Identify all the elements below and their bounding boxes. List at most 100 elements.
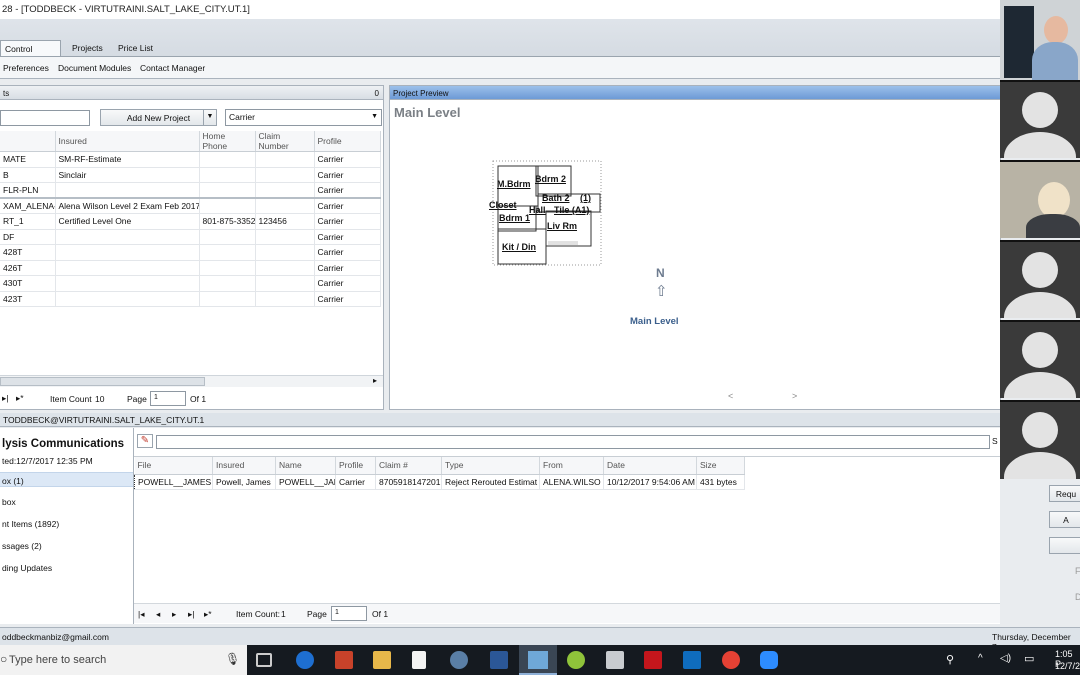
room-closet[interactable]: Closet bbox=[489, 200, 517, 210]
room-bedroom-1[interactable]: Bdrm 1 bbox=[499, 213, 530, 223]
msg-page-input[interactable]: 1 bbox=[331, 606, 367, 621]
subtab-contact-manager[interactable]: Contact Manager bbox=[140, 63, 205, 73]
preview-next-button[interactable]: > bbox=[792, 391, 797, 401]
folder-item[interactable]: nt Items (1892) bbox=[0, 516, 133, 531]
pin-icon[interactable]: 0 bbox=[375, 89, 379, 98]
outlook-icon[interactable] bbox=[683, 651, 701, 669]
volume-icon[interactable]: ◁) bbox=[1000, 653, 1011, 664]
people-icon[interactable]: ⚲ bbox=[946, 653, 954, 666]
table-row[interactable]: RT_1 Certified Level One 801-875-3352 12345… bbox=[0, 213, 381, 230]
room-hall[interactable]: Hall bbox=[529, 205, 546, 215]
video-tile-participant bbox=[1000, 400, 1080, 479]
request-button[interactable]: Requ bbox=[1049, 485, 1080, 502]
action-button[interactable]: A bbox=[1049, 511, 1080, 528]
new-page-icon[interactable]: ▸* bbox=[204, 609, 212, 620]
projects-column-header[interactable]: Home Phone bbox=[199, 131, 256, 152]
table-row[interactable]: 426T Carrier bbox=[0, 260, 381, 276]
room-bedroom-2[interactable]: Bdrm 2 bbox=[535, 174, 566, 184]
room-tile[interactable]: Tile (A1) bbox=[554, 205, 589, 215]
profile-filter-select[interactable]: Carrier ▼ bbox=[225, 109, 382, 126]
last-page-icon[interactable]: ▸| bbox=[188, 609, 194, 620]
horizontal-scrollbar[interactable]: ▸ bbox=[0, 375, 383, 387]
table-row[interactable]: MATE SM-RF-Estimate Carrier bbox=[0, 151, 381, 168]
tab-control-center[interactable]: Control Center bbox=[0, 40, 61, 64]
table-cell: XAM_ALENA-1 bbox=[0, 198, 56, 214]
tab-price-list[interactable]: Price List bbox=[114, 40, 157, 56]
taskbar-date[interactable]: 12/7/20 bbox=[1055, 661, 1080, 671]
project-search-input[interactable] bbox=[0, 110, 90, 126]
blank-button[interactable] bbox=[1049, 537, 1080, 554]
network-icon[interactable]: ▭ bbox=[1024, 652, 1034, 665]
projects-column-header[interactable]: Insured bbox=[55, 131, 200, 152]
word-icon[interactable] bbox=[490, 651, 508, 669]
table-row[interactable]: FLR-PLN Carrier bbox=[0, 182, 381, 199]
zoom-icon[interactable] bbox=[760, 651, 778, 669]
task-view-icon[interactable] bbox=[256, 653, 272, 667]
powerpoint-icon[interactable] bbox=[335, 651, 353, 669]
eraser-icon[interactable]: ✎ bbox=[137, 434, 153, 448]
internet-explorer-icon[interactable] bbox=[296, 651, 314, 669]
table-cell: 426T bbox=[0, 260, 56, 276]
chevron-down-icon: ▼ bbox=[371, 113, 378, 120]
new-page-icon[interactable]: ▸* bbox=[16, 393, 24, 404]
profile-filter-value: Carrier bbox=[229, 112, 255, 122]
chrome-icon[interactable] bbox=[722, 651, 740, 669]
messages-column-header[interactable]: From bbox=[539, 457, 604, 475]
folder-item[interactable]: ssages (2) bbox=[0, 538, 133, 553]
scrollbar-thumb[interactable] bbox=[0, 377, 205, 386]
chevron-up-icon[interactable]: ^ bbox=[978, 653, 983, 664]
first-page-icon[interactable]: |◂ bbox=[138, 609, 144, 620]
add-new-project-button[interactable]: Add New Project ▼ bbox=[100, 109, 217, 126]
prev-page-icon[interactable]: ◂ bbox=[156, 609, 160, 620]
folder-item[interactable]: ox (1) bbox=[0, 472, 133, 487]
table-row[interactable]: 430T Carrier bbox=[0, 275, 381, 292]
forward-button[interactable]: F bbox=[1075, 566, 1080, 576]
taskbar-search-box[interactable]: ○ Type here to search 🎙 bbox=[0, 645, 247, 675]
active-app-button[interactable] bbox=[519, 645, 557, 675]
microphone-icon[interactable]: 🎙 bbox=[225, 652, 240, 666]
delete-button[interactable]: D bbox=[1075, 592, 1080, 602]
projects-column-header[interactable]: Claim Number bbox=[255, 131, 315, 152]
room-master-bedroom[interactable]: M.Bdrm bbox=[497, 179, 531, 189]
calculator-icon[interactable] bbox=[606, 651, 624, 669]
tab-projects[interactable]: Projects bbox=[68, 40, 107, 56]
room-living-room[interactable]: Liv Rm bbox=[547, 221, 577, 231]
communications-search-button[interactable]: S bbox=[992, 436, 998, 446]
last-page-icon[interactable]: ▸| bbox=[2, 393, 8, 404]
messages-column-header[interactable]: File bbox=[134, 457, 213, 475]
folder-item[interactable]: ding Updates bbox=[0, 560, 133, 575]
communications-search-input[interactable] bbox=[156, 435, 990, 449]
chevron-down-icon[interactable]: ▼ bbox=[203, 110, 216, 125]
messages-column-header[interactable]: Name bbox=[275, 457, 336, 475]
file-explorer-icon[interactable] bbox=[373, 651, 391, 669]
table-row[interactable]: 423T Carrier bbox=[0, 291, 381, 307]
messages-column-header[interactable]: Type bbox=[441, 457, 540, 475]
table-row[interactable]: POWELL__JAMES Powell, James POWELL__JAM Car… bbox=[134, 474, 745, 490]
page-input[interactable]: 1 bbox=[150, 391, 186, 406]
preview-prev-button[interactable]: < bbox=[728, 391, 733, 401]
document-icon[interactable] bbox=[412, 651, 426, 669]
green-app-icon[interactable] bbox=[567, 651, 585, 669]
table-row[interactable]: 428T Carrier bbox=[0, 244, 381, 261]
subtab-document-modules[interactable]: Document Modules bbox=[58, 63, 131, 73]
projects-column-header[interactable]: Profile bbox=[314, 131, 381, 152]
communications-sidebar: lysis Communications ted:12/7/2017 12:35… bbox=[0, 428, 134, 624]
subtab-preferences[interactable]: Preferences bbox=[3, 63, 49, 73]
room-kitchen-dining[interactable]: Kit / Din bbox=[502, 242, 536, 252]
messages-column-header[interactable]: Insured bbox=[212, 457, 276, 475]
messages-column-header[interactable]: Claim # bbox=[375, 457, 442, 475]
projects-column-header[interactable] bbox=[0, 131, 56, 152]
room-bath-2[interactable]: Bath 2 bbox=[542, 193, 570, 203]
table-row[interactable]: XAM_ALENA-1Alena Wilson Level 2 Exam Feb… bbox=[0, 198, 381, 214]
next-page-icon[interactable]: ▸ bbox=[172, 609, 176, 620]
folder-item[interactable]: box bbox=[0, 494, 133, 509]
chevron-right-icon[interactable]: ▸ bbox=[373, 376, 377, 385]
messages-column-header[interactable]: Date bbox=[603, 457, 697, 475]
mcafee-icon[interactable] bbox=[644, 651, 662, 669]
table-row[interactable]: B Sinclair Carrier bbox=[0, 167, 381, 183]
app-icon[interactable] bbox=[450, 651, 468, 669]
table-cell bbox=[199, 167, 256, 183]
messages-column-header[interactable]: Size bbox=[696, 457, 745, 475]
messages-column-header[interactable]: Profile bbox=[335, 457, 376, 475]
table-row[interactable]: DF Carrier bbox=[0, 229, 381, 245]
